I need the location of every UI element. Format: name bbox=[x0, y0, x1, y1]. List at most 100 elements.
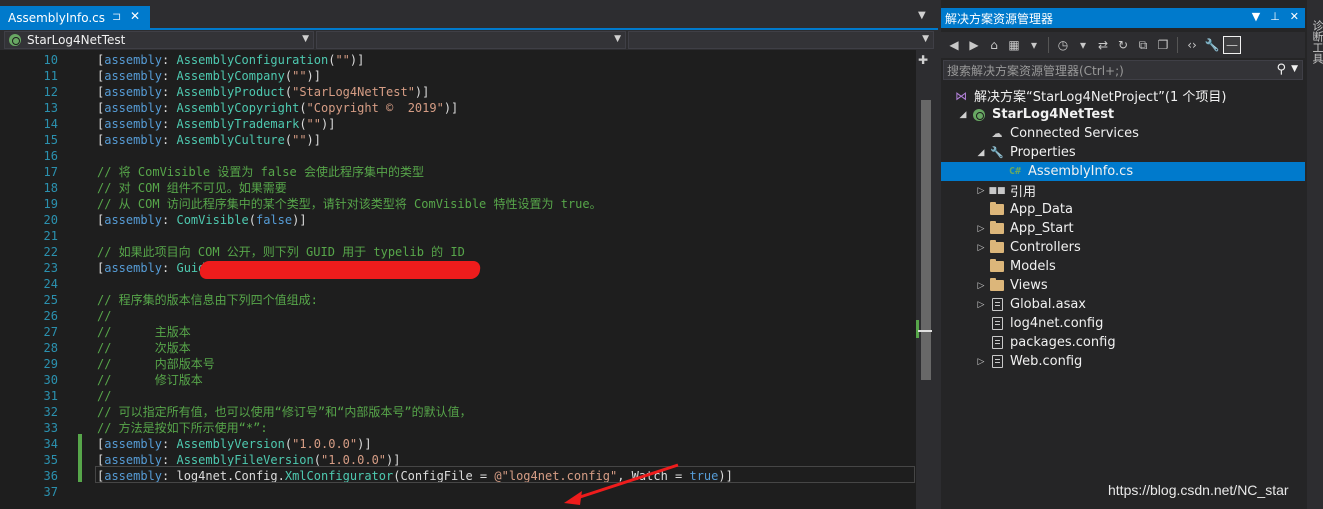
tree-item[interactable]: Models bbox=[941, 257, 1305, 276]
code-line[interactable]: 26 // bbox=[0, 308, 916, 324]
code-text: // 次版本 bbox=[97, 340, 191, 356]
code-text: [assembly: AssemblyCulture("")] bbox=[97, 132, 321, 148]
code-text: [assembly: AssemblyVersion("1.0.0.0")] bbox=[97, 436, 372, 452]
code-line[interactable]: 29 // 内部版本号 bbox=[0, 356, 916, 372]
member-dropdown[interactable]: ▼ bbox=[628, 31, 934, 49]
tree-item[interactable]: packages.config bbox=[941, 333, 1305, 352]
expanded-arrow-icon[interactable]: ◢ bbox=[957, 110, 969, 120]
code-line[interactable]: 18 // 对 COM 组件不可见。如果需要 bbox=[0, 180, 916, 196]
split-editor-icon[interactable]: ✚ bbox=[918, 53, 928, 67]
code-token: )] bbox=[414, 85, 430, 99]
preview-selected-icon[interactable]: — bbox=[1223, 36, 1241, 54]
back-icon[interactable]: ◀ bbox=[945, 36, 963, 54]
tree-item[interactable]: ▷ Global.asax bbox=[941, 295, 1305, 314]
code-line[interactable]: 31 // bbox=[0, 388, 916, 404]
sync-icon[interactable]: ⇄ bbox=[1094, 36, 1112, 54]
switch-views-icon[interactable]: ▦ bbox=[1005, 36, 1023, 54]
code-token: ( bbox=[299, 117, 307, 131]
code-token: ComVisible bbox=[176, 213, 249, 227]
collapsed-arrow-icon[interactable]: ▷ bbox=[975, 186, 987, 196]
code-line[interactable]: 15 [assembly: AssemblyCulture("")] bbox=[0, 132, 916, 148]
code-line[interactable]: 34 [assembly: AssemblyVersion("1.0.0.0")] bbox=[0, 436, 916, 452]
tree-item[interactable]: ◢ StarLog4NetTest bbox=[941, 105, 1305, 124]
code-line[interactable]: 20 [assembly: ComVisible(false)] bbox=[0, 212, 916, 228]
code-line[interactable]: 21 bbox=[0, 228, 916, 244]
code-line[interactable]: 14 [assembly: AssemblyTrademark("")] bbox=[0, 116, 916, 132]
show-all-files-icon[interactable]: ❐ bbox=[1154, 36, 1172, 54]
code-text: // 将 ComVisible 设置为 false 会使此程序集中的类型 bbox=[97, 164, 424, 180]
tree-item[interactable]: App_Data bbox=[941, 200, 1305, 219]
code-text-area[interactable]: 10 [assembly: AssemblyConfiguration("")] 1… bbox=[0, 50, 916, 509]
tree-item-label: Models bbox=[1010, 259, 1056, 274]
collapsed-arrow-icon[interactable]: ▷ bbox=[975, 300, 987, 310]
watermark: https://blog.csdn.net/NC_star bbox=[1108, 482, 1289, 498]
chevron-down-icon[interactable]: ▼ bbox=[1291, 64, 1298, 74]
tab-assemblyinfo[interactable]: AssemblyInfo.cs ⊐ ✕ bbox=[0, 6, 150, 30]
tree-item[interactable]: ▷ ■■ 引用 bbox=[941, 181, 1305, 200]
code-line[interactable]: 16 bbox=[0, 148, 916, 164]
pending-changes-icon[interactable]: ◷ bbox=[1054, 36, 1072, 54]
pin-icon[interactable]: ⊐ bbox=[112, 10, 121, 23]
view-code-icon[interactable]: ‹› bbox=[1183, 36, 1201, 54]
code-token: // 方法是按如下所示使用“*”: bbox=[97, 421, 268, 435]
chevron-down-icon[interactable]: ▾ bbox=[1025, 36, 1043, 54]
tree-item[interactable]: ▷ Web.config bbox=[941, 352, 1305, 371]
chevron-down-icon[interactable]: ▾ bbox=[1074, 36, 1092, 54]
close-icon[interactable]: ✕ bbox=[1290, 10, 1299, 23]
tree-item[interactable]: C# AssemblyInfo.cs bbox=[941, 162, 1305, 181]
forward-icon[interactable]: ▶ bbox=[965, 36, 983, 54]
home-icon[interactable]: ⌂ bbox=[985, 36, 1003, 54]
search-icon[interactable]: ⚲ bbox=[1276, 62, 1286, 77]
code-line[interactable]: 17 // 将 ComVisible 设置为 false 会使此程序集中的类型 bbox=[0, 164, 916, 180]
code-line[interactable]: 11 [assembly: AssemblyCompany("")] bbox=[0, 68, 916, 84]
dropdown-icon[interactable]: ▼ bbox=[1252, 10, 1260, 23]
code-token: "" bbox=[306, 117, 321, 131]
code-line[interactable]: 13 [assembly: AssemblyCopyright("Copyrigh… bbox=[0, 100, 916, 116]
line-number: 10 bbox=[43, 53, 58, 67]
pin-icon[interactable]: ⊥ bbox=[1270, 10, 1280, 23]
expanded-arrow-icon[interactable]: ◢ bbox=[975, 148, 987, 158]
diagnostic-tools-tab[interactable]: 诊断工具 bbox=[1309, 20, 1323, 64]
refresh-icon[interactable]: ↻ bbox=[1114, 36, 1132, 54]
line-number: 16 bbox=[43, 149, 58, 163]
code-line[interactable]: 33 // 方法是按如下所示使用“*”: bbox=[0, 420, 916, 436]
code-line[interactable]: 10 [assembly: AssemblyConfiguration("")] bbox=[0, 52, 916, 68]
code-token: assembly bbox=[104, 117, 163, 131]
tree-item-label: Properties bbox=[1010, 145, 1076, 160]
properties-wrench-icon[interactable]: 🔧 bbox=[1203, 36, 1221, 54]
code-token: false bbox=[255, 213, 293, 227]
code-line[interactable]: 27 // 主版本 bbox=[0, 324, 916, 340]
collapsed-arrow-icon[interactable]: ▷ bbox=[975, 243, 987, 253]
code-line[interactable]: 30 // 修订版本 bbox=[0, 372, 916, 388]
collapsed-arrow-icon[interactable]: ▷ bbox=[975, 224, 987, 234]
type-dropdown[interactable]: ▼ bbox=[316, 31, 626, 49]
tree-item[interactable]: ▷ Views bbox=[941, 276, 1305, 295]
tree-item-label: 引用 bbox=[1010, 185, 1037, 200]
side-tool-strip[interactable]: 诊断工具 bbox=[1307, 0, 1323, 509]
code-token: : bbox=[162, 53, 177, 67]
scroll-thumb[interactable] bbox=[921, 100, 931, 380]
code-line[interactable]: 12 [assembly: AssemblyProduct("StarLog4Ne… bbox=[0, 84, 916, 100]
tree-item[interactable]: log4net.config bbox=[941, 314, 1305, 333]
code-line[interactable]: 19 // 从 COM 访问此程序集中的某个类型，请针对该类型将 ComVisib… bbox=[0, 196, 916, 212]
code-line[interactable]: 22 // 如果此项目向 COM 公开，则下列 GUID 用于 typelib 的… bbox=[0, 244, 916, 260]
code-line[interactable]: 37 bbox=[0, 484, 916, 500]
collapse-all-icon[interactable]: ⧉ bbox=[1134, 36, 1152, 54]
tree-item[interactable]: ▷ Controllers bbox=[941, 238, 1305, 257]
collapsed-arrow-icon[interactable]: ▷ bbox=[975, 281, 987, 291]
solution-search-input[interactable]: 搜索解决方案资源管理器(Ctrl+;) ⚲ ▼ bbox=[943, 60, 1303, 80]
tree-item[interactable]: ⋈ 解决方案“StarLog4NetProject”(1 个项目) bbox=[941, 86, 1305, 106]
code-line[interactable]: 32 // 可以指定所有值，也可以使用“修订号”和“内部版本号”的默认值， bbox=[0, 404, 916, 420]
tree-item[interactable]: ☁ Connected Services bbox=[941, 124, 1305, 143]
project-dropdown[interactable]: StarLog4NetTest ▼ bbox=[4, 31, 314, 49]
solution-explorer-title-text: 解决方案资源管理器 bbox=[945, 11, 1054, 26]
tree-item[interactable]: ▷ App_Start bbox=[941, 219, 1305, 238]
close-icon[interactable]: ✕ bbox=[130, 9, 140, 23]
tree-item[interactable]: ◢ 🔧 Properties bbox=[941, 143, 1305, 162]
tab-overflow-icon[interactable]: ▼ bbox=[918, 10, 926, 21]
code-text: // 如果此项目向 COM 公开，则下列 GUID 用于 typelib 的 I… bbox=[97, 244, 465, 260]
collapsed-arrow-icon[interactable]: ▷ bbox=[975, 357, 987, 367]
code-line[interactable]: 28 // 次版本 bbox=[0, 340, 916, 356]
line-number: 30 bbox=[43, 373, 58, 387]
code-line[interactable]: 25 // 程序集的版本信息由下列四个值组成: bbox=[0, 292, 916, 308]
